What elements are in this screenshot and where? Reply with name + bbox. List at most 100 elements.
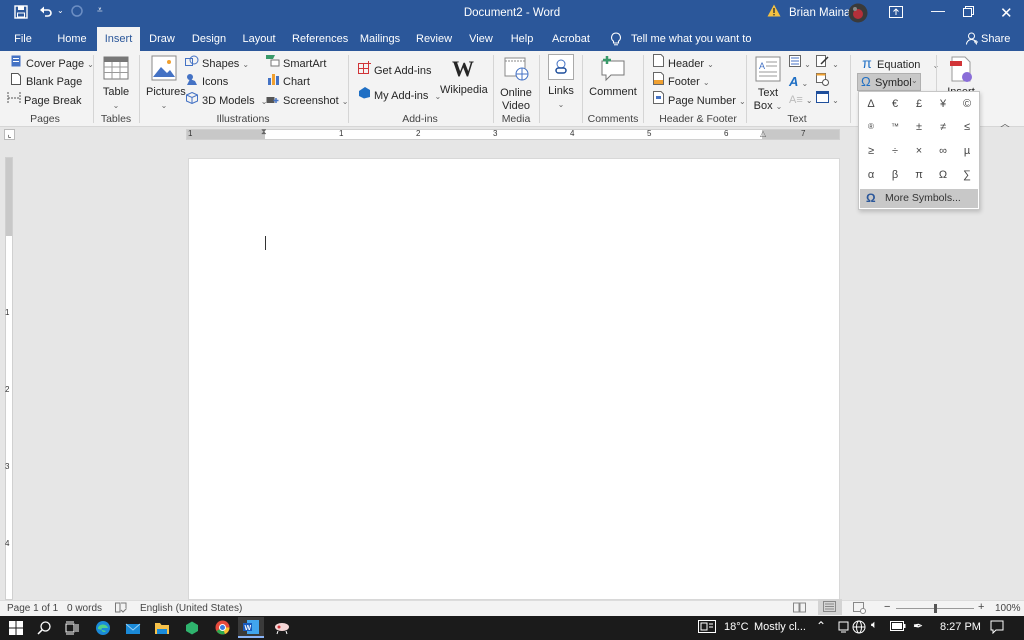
share-button[interactable]: Share (981, 27, 1010, 51)
clock[interactable]: 8:27 PM (940, 621, 981, 633)
symbol-option[interactable]: ≤ (955, 116, 979, 138)
date-time-icon[interactable] (816, 73, 829, 91)
tab-acrobat[interactable]: Acrobat (550, 27, 592, 51)
symbol-option[interactable]: ∞ (931, 140, 955, 162)
page-count[interactable]: Page 1 of 1 (7, 603, 58, 614)
print-layout-button[interactable] (818, 599, 842, 615)
tab-references[interactable]: References (292, 27, 348, 51)
language-status[interactable]: English (United States) (140, 603, 242, 614)
symbol-option[interactable]: ¥ (931, 93, 955, 115)
tab-home[interactable]: Home (53, 27, 91, 51)
symbol-option[interactable]: ∑ (955, 164, 979, 186)
warning-icon[interactable] (767, 4, 781, 20)
tab-selector-icon[interactable]: ⌞ (4, 129, 15, 140)
search-icon[interactable] (33, 619, 55, 637)
word-taskbar-icon[interactable]: W (238, 617, 264, 638)
text-box-button[interactable]: A Text Box ⌄ (752, 56, 784, 113)
insert-document-button[interactable]: Insert (943, 55, 979, 91)
pen-icon[interactable]: ✒︎ (913, 619, 923, 633)
symbol-option[interactable]: π (907, 164, 931, 186)
mail-icon[interactable] (122, 619, 144, 637)
wikipedia-button[interactable]: W Wikipedia (440, 57, 488, 97)
weather-text[interactable]: Mostly cl... (754, 621, 806, 633)
zoom-level[interactable]: 100% (995, 603, 1021, 614)
online-video-button[interactable]: Online Video (497, 56, 535, 113)
table-button[interactable]: Table ⌄ (98, 55, 134, 112)
screenshot-button[interactable]: Screenshot ⌄ (266, 91, 348, 109)
zoom-out-button[interactable]: − (884, 601, 890, 613)
signature-line-icon[interactable]: ⌄ (816, 55, 839, 73)
show-hidden-icons[interactable]: ⌃ (816, 619, 826, 633)
symbol-option[interactable]: α (859, 164, 883, 186)
network-icon[interactable] (852, 620, 866, 637)
symbol-option[interactable]: ÷ (883, 140, 907, 162)
ribbon-display-icon[interactable] (889, 6, 903, 21)
blank-page-button[interactable]: Blank Page (9, 72, 82, 90)
news-widget-icon[interactable] (698, 620, 716, 636)
pictures-button[interactable]: Pictures ⌄ (146, 55, 186, 112)
tab-file[interactable]: File (8, 27, 38, 51)
tab-design[interactable]: Design (190, 27, 228, 51)
notifications-icon[interactable] (990, 620, 1004, 637)
get-addins-button[interactable]: Get Add-ins (357, 61, 431, 79)
zoom-in-button[interactable]: + (978, 601, 984, 613)
right-indent-handle[interactable]: △ (760, 129, 766, 138)
smartart-button[interactable]: SmartArt (266, 54, 326, 72)
my-addins-button[interactable]: My Add-ins ⌄ (357, 86, 441, 104)
tell-me-search[interactable]: Tell me what you want to do (631, 27, 756, 69)
task-view-icon[interactable] (61, 619, 83, 637)
tab-review[interactable]: Review (416, 27, 452, 51)
close-icon[interactable]: ✕ (1000, 4, 1013, 22)
symbol-option[interactable]: ≥ (859, 140, 883, 162)
symbol-option[interactable]: £ (907, 93, 931, 115)
symbol-option[interactable]: ≠ (931, 116, 955, 138)
symbol-option[interactable]: Δ (859, 93, 883, 115)
symbol-option[interactable]: ® (859, 116, 883, 138)
symbol-option[interactable]: ± (907, 116, 931, 138)
page-number-button[interactable]: Page Number ⌄ (651, 91, 746, 109)
vertical-ruler[interactable]: 1 2 3 4 (5, 157, 13, 600)
document-page[interactable] (188, 158, 840, 600)
restore-icon[interactable] (963, 6, 974, 20)
user-name[interactable]: Brian Maina (789, 7, 850, 19)
object-icon[interactable]: ⌄ (816, 91, 839, 109)
icons-button[interactable]: Icons (185, 72, 228, 90)
tab-insert[interactable]: Insert (97, 27, 140, 51)
chrome-icon[interactable] (211, 619, 233, 637)
volume-icon[interactable]: 🔈︎ (871, 619, 878, 632)
edge-icon[interactable] (92, 619, 114, 637)
read-mode-icon[interactable] (793, 602, 806, 616)
minimize-icon[interactable]: — (931, 2, 945, 18)
symbol-option[interactable]: µ (955, 140, 979, 162)
chart-button[interactable]: Chart (266, 72, 310, 90)
symbol-option[interactable]: ™ (883, 116, 907, 138)
proofing-icon[interactable] (115, 602, 127, 616)
file-explorer-icon[interactable] (151, 619, 173, 637)
wordart-icon[interactable]: A ⌄ (789, 73, 808, 91)
symbol-option[interactable]: Ω (931, 164, 955, 186)
zoom-slider-thumb[interactable] (934, 604, 937, 613)
tab-draw[interactable]: Draw (146, 27, 178, 51)
3d-models-button[interactable]: 3D Models ⌄ (185, 91, 267, 109)
more-symbols-button[interactable]: Ω More Symbols... (860, 189, 978, 208)
tab-view[interactable]: View (467, 27, 495, 51)
cover-page-button[interactable]: Cover Page ⌄ (9, 54, 94, 72)
app-hexagon-icon[interactable] (181, 619, 203, 637)
symbol-button[interactable]: Ω Symbol ⌄ (857, 73, 921, 91)
header-button[interactable]: Header ⌄ (651, 54, 714, 72)
share-icon[interactable] (966, 32, 979, 48)
equation-button[interactable]: πEquation ⌄ (860, 54, 939, 72)
symbol-option[interactable]: € (883, 93, 907, 115)
footer-button[interactable]: Footer ⌄ (651, 72, 710, 90)
symbol-option[interactable]: × (907, 140, 931, 162)
windows-start-icon[interactable] (5, 619, 27, 637)
tab-help[interactable]: Help (508, 27, 536, 51)
first-line-indent-handle[interactable]: ⧗ (261, 127, 267, 137)
battery-icon[interactable] (890, 621, 906, 634)
links-button[interactable]: Links ⌄ (545, 54, 577, 111)
comment-button[interactable]: Comment (588, 55, 638, 99)
tab-mailings[interactable]: Mailings (358, 27, 402, 51)
word-count[interactable]: 0 words (67, 603, 102, 614)
meet-now-icon[interactable] (838, 620, 849, 637)
symbol-option[interactable]: © (955, 93, 979, 115)
